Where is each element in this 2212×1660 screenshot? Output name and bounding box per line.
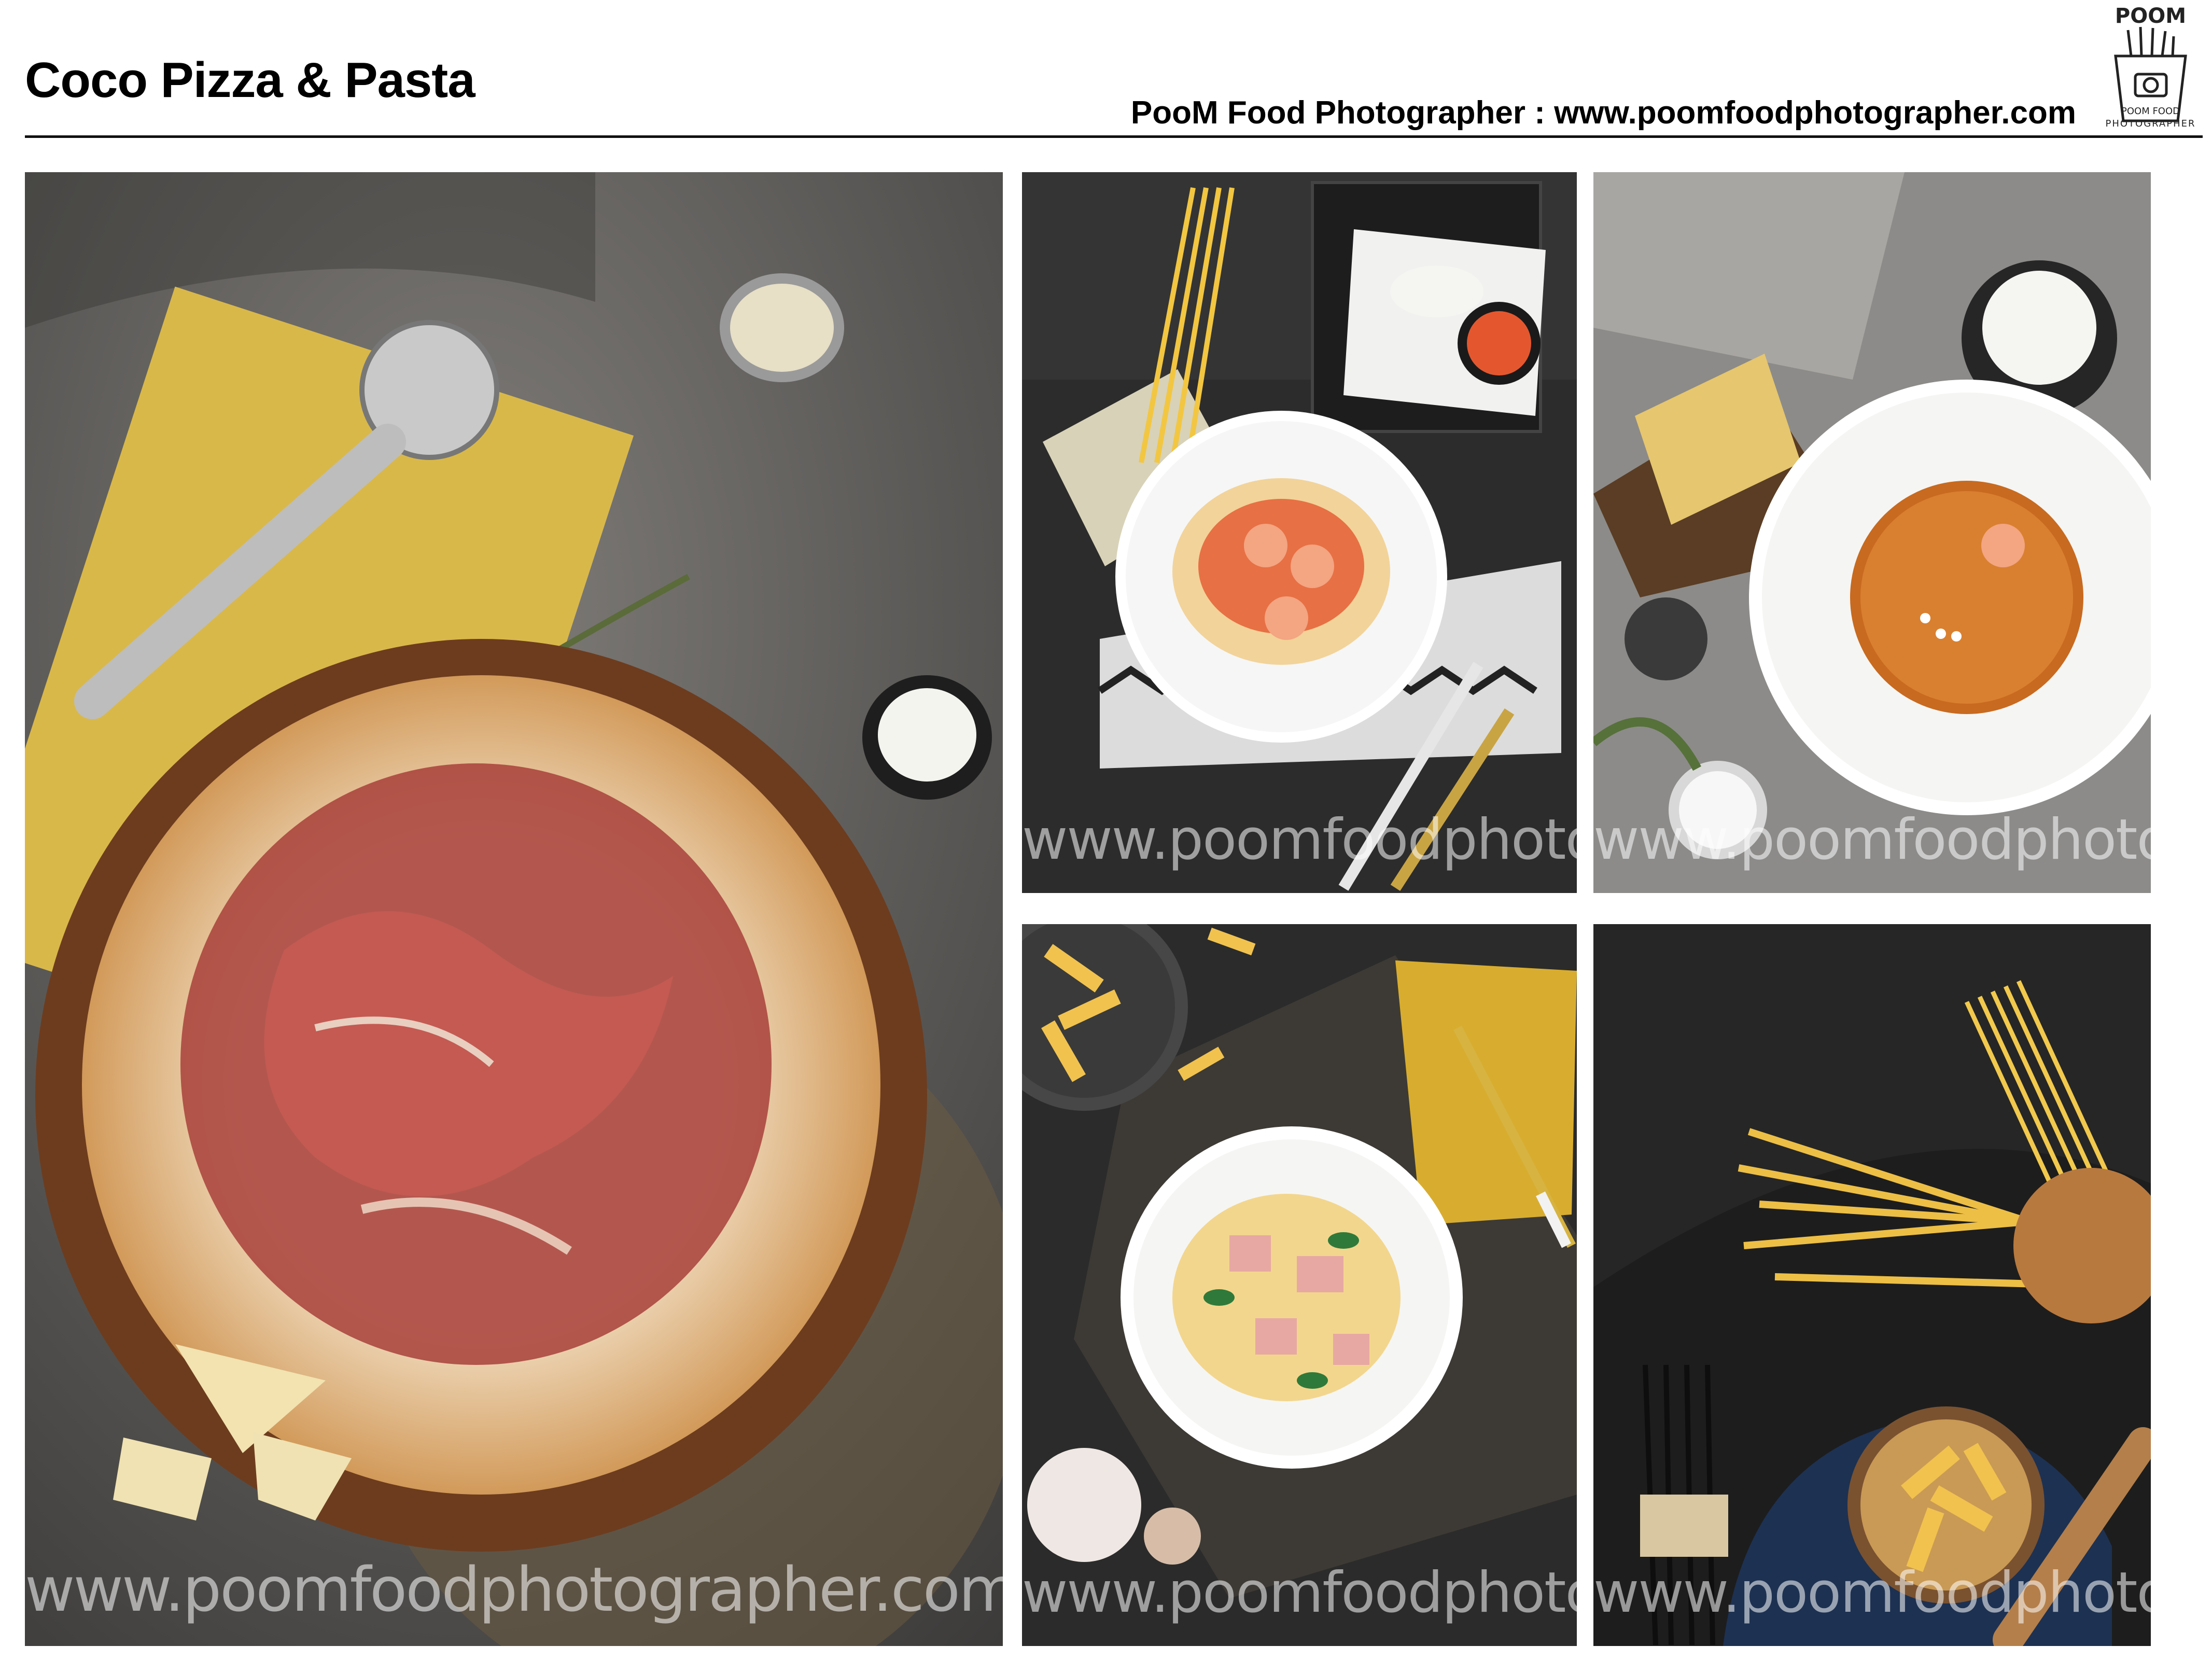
page-title: Coco Pizza & Pasta xyxy=(25,52,475,108)
photographer-credit: PooM Food Photographer : www.poomfoodpho… xyxy=(1130,95,2076,131)
watermark: www.poomfoodphotographer.com xyxy=(1022,807,1577,872)
bisque-illustration xyxy=(1593,172,2151,893)
header-divider xyxy=(25,135,2203,138)
logo-caption-2: PHOTOGRAPHER xyxy=(2105,118,2196,129)
watermark: www.poomfoodphotographer.com xyxy=(25,1554,1003,1625)
photo-prosciutto-pizza: www.poomfoodphotographer.com xyxy=(25,172,1003,1646)
logo-caption-1: POOM FOOD xyxy=(2121,106,2180,117)
photo-penne-ham: www.poomfoodphotographer.com xyxy=(1022,924,1577,1646)
watermark: www.poomfoodphotographer.com xyxy=(1593,807,2151,872)
photo-dry-pasta: www.poomfoodphotographer.com xyxy=(1593,924,2151,1646)
watermark: www.poomfoodphotographer.com xyxy=(1593,1560,2151,1625)
shrimp-spaghetti-illustration xyxy=(1022,172,1577,893)
dry-pasta-illustration xyxy=(1593,924,2151,1646)
penne-ham-illustration xyxy=(1022,924,1577,1646)
pizza-illustration xyxy=(25,172,1003,1646)
photo-lobster-bisque: www.poomfoodphotographer.com xyxy=(1593,172,2151,893)
poom-logo: POOM POOM FOOD PHOTOGRAPHER xyxy=(2095,4,2206,131)
photo-shrimp-spaghetti: www.poomfoodphotographer.com xyxy=(1022,172,1577,893)
watermark: www.poomfoodphotographer.com xyxy=(1022,1560,1577,1625)
